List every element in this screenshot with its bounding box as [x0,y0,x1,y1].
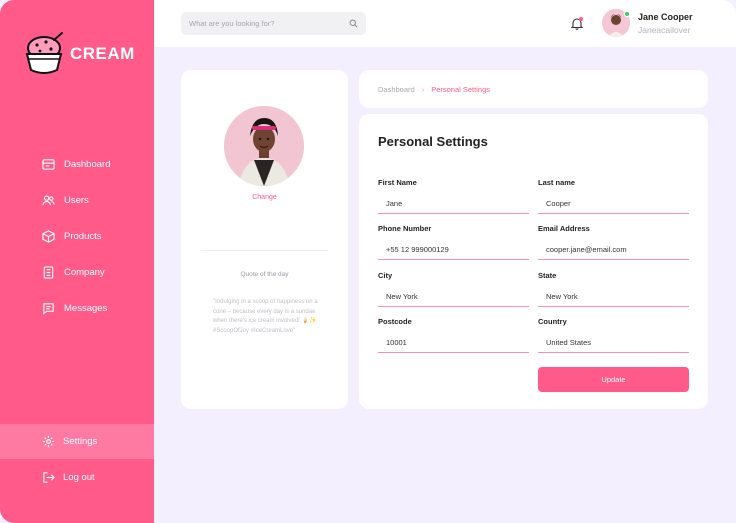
top-bar: Jane Cooper Janeacailover [154,0,736,47]
sidebar-item-settings[interactable]: Settings [0,424,154,459]
breadcrumb-dashboard[interactable]: Dashboard [378,85,415,94]
online-status-dot [624,11,630,17]
last-name-label: Last name [538,178,576,187]
sidebar-item-label: Users [64,194,89,206]
ice-cream-bowl-icon [25,32,63,74]
users-icon [42,194,55,205]
personal-settings-form: Personal Settings First Name Last name P… [359,114,708,409]
quote-text: "Indulging in a scoop of happiness on a … [213,299,318,334]
sidebar-item-label: Products [64,230,102,242]
logout-label: Log out [63,472,95,483]
email-field[interactable] [538,245,689,260]
sidebar-item-label: Company [64,266,105,278]
country-field[interactable] [538,338,689,353]
quote-title: Quote of the day [240,271,289,278]
breadcrumb-current: Personal Settings [431,84,490,94]
last-name-group: Last name [538,178,689,214]
sidebar-item-company[interactable]: Company [0,254,154,290]
email-group: Email Address [538,224,689,260]
first-name-label: First Name [378,178,417,187]
divider [201,250,328,251]
phone-field[interactable] [378,245,529,260]
sidebar-item-dashboard[interactable]: Dashboard [0,146,154,182]
logout-button[interactable]: Log out [0,460,154,495]
sidebar-item-label: Settings [63,436,98,447]
breadcrumb-separator: › [421,84,425,94]
sidebar-item-label: Dashboard [64,158,111,170]
user-name: Jane Cooper [638,12,693,22]
dashboard-icon [42,158,55,170]
building-icon [43,265,54,279]
sidebar-item-label: Messages [64,302,108,314]
last-name-field[interactable] [538,199,689,214]
message-icon [43,302,54,315]
first-name-field[interactable] [378,199,529,214]
state-label: State [538,271,557,280]
country-label: Country [538,317,567,326]
state-field[interactable] [538,292,689,307]
search-box [181,12,366,35]
search-input[interactable] [189,19,339,28]
postcode-label: Postcode [378,317,412,326]
sidebar-item-messages[interactable]: Messages [0,290,154,326]
postcode-group: Postcode [378,317,529,353]
state-group: State [538,271,689,307]
sidebar: CREAM Dashboard Users Products Company M… [0,0,154,523]
search-icon[interactable] [349,19,358,28]
country-group: Country [538,317,689,353]
logout-icon [43,472,55,483]
sidebar-nav: Dashboard Users Products Company Message… [0,146,154,326]
profile-card: Change Quote of the day "Indulging in a … [181,70,348,409]
gear-icon [42,435,55,448]
email-label: Email Address [538,224,590,233]
city-group: City [378,271,529,307]
user-handle: Janeacailover [638,25,691,35]
postcode-field[interactable] [378,338,529,353]
phone-label: Phone Number [378,224,432,233]
update-button[interactable]: Update [538,367,689,392]
phone-group: Phone Number [378,224,529,260]
sidebar-item-products[interactable]: Products [0,218,154,254]
breadcrumb: Dashboard › Personal Settings [359,70,708,108]
box-icon [42,229,55,243]
notification-dot [579,17,583,21]
first-name-group: First Name [378,178,529,214]
city-field[interactable] [378,292,529,307]
city-label: City [378,271,393,280]
brand-name: CREAM [70,44,135,63]
brand-logo[interactable]: CREAM [24,30,135,78]
page-title: Personal Settings [378,134,488,149]
sidebar-item-users[interactable]: Users [0,182,154,218]
change-photo-link[interactable]: Change [181,194,348,201]
person-photo-icon [224,106,304,186]
profile-photo [224,106,304,186]
